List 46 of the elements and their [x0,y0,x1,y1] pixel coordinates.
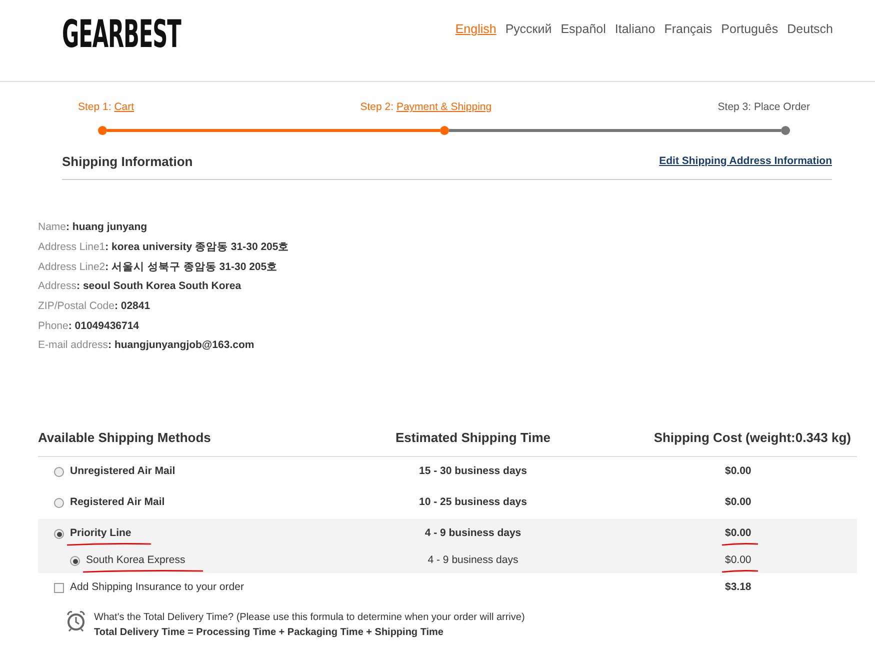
insurance-label: Add Shipping Insurance to your order [70,580,244,596]
underline-mark [721,568,759,574]
shipping-cost: $0.00 [725,526,752,542]
address-line: Address: seoul South Korea South Korea [38,280,242,292]
checkbox[interactable] [54,583,64,594]
delivery-formula: Total Delivery Time = Processing Time + Packaging Time + Shipping Time [94,626,444,640]
logo[interactable]: GEARBEST [62,15,181,53]
column-header: Shipping Cost (weight:0.343 kg) [652,429,852,448]
shipping-cost: $0.00 [725,495,752,510]
shipping-time: 4 - 9 business days [424,527,522,540]
method-name: Unregistered Air Mail [70,464,176,480]
method-name: Priority Line [70,526,132,542]
alarm-clock-icon [66,610,86,632]
step-label: Step 1: [78,101,112,113]
address-line: Address Line1: korea university 종암동 31-30 205호 [38,240,290,253]
column-header: Available Shipping Methods [38,429,212,448]
radio-button[interactable] [70,556,80,566]
address-line: ZIP/Postal Code: 02841 [38,300,150,312]
radio-button[interactable] [54,467,64,478]
address-line: E-mail address: huangjunyangjob@163.com [38,339,254,352]
column-header: Estimated Shipping Time [394,429,552,448]
edit-address-link[interactable]: Edit Shipping Address Information [659,154,832,170]
insurance-cost: $3.18 [725,581,752,594]
radio-button[interactable] [54,529,64,540]
underline-mark [721,542,759,547]
radio-button[interactable] [54,498,64,508]
address-line: Name: huang junyang [38,221,148,234]
method-name: South Korea Express [86,553,186,569]
language-link[interactable]: Deutsch [787,20,833,81]
language-link[interactable]: Français [664,20,712,81]
shipping-cost: $0.00 [725,464,752,480]
address-line: Phone: 01049436714 [38,320,140,332]
shipping-time: 15 - 30 business days [419,465,527,478]
shipping-time: 4 - 9 business days [428,554,518,566]
method-name: Registered Air Mail [70,495,165,510]
address-line: Address Line2: 서울시 성북구 종암동 31-30 205호 [38,260,278,273]
shipping-cost: $0.00 [725,553,752,569]
language-link[interactable]: Русский [505,20,552,81]
step-label: Step 2: [360,101,395,113]
language-link[interactable]: Español [560,20,606,81]
section-title: Shipping Information [62,152,193,171]
delivery-question: What's the Total Delivery Time? (Please use this formula to determine when your order will arrive) [94,610,525,625]
step-label: Step 3: Place Order [718,100,810,115]
language-link[interactable]: Italiano [614,20,656,81]
language-link[interactable]: Português [721,20,778,81]
shipping-time: 10 - 25 business days [419,496,527,508]
